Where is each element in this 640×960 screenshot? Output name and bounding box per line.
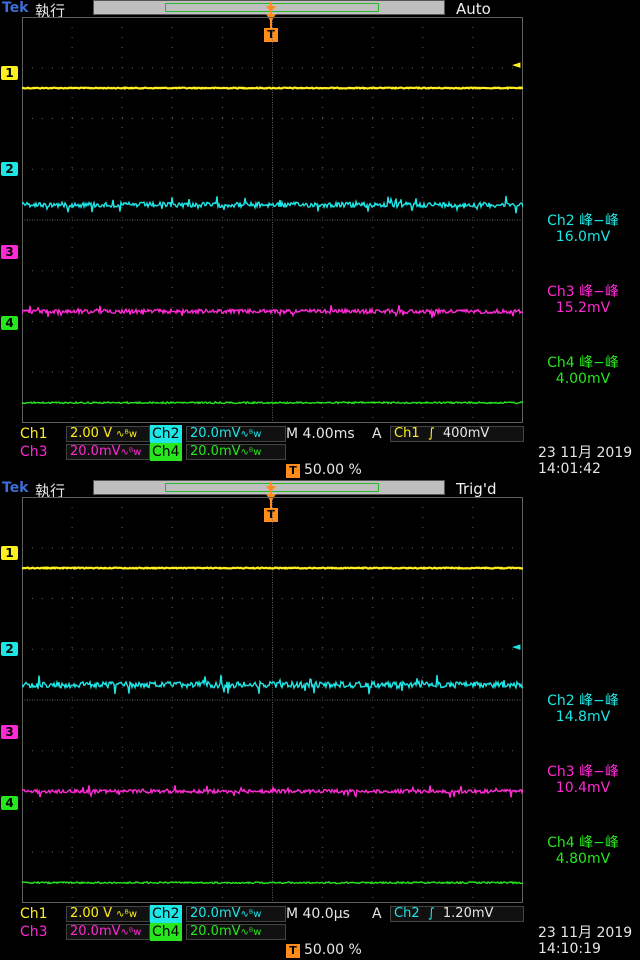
trace-ch2 <box>22 196 523 214</box>
measurement-value: 16.0mV <box>555 229 611 245</box>
timestamp: 23 11月 2019 14:10:19 <box>538 925 632 957</box>
measurement-label: Ch4 峰−峰 <box>547 355 619 371</box>
measurement-value: 10.4mV <box>555 780 611 796</box>
status-row-2: Ch3 20.0mV∿ᴮw Ch4 20.0mV∿ᴮw <box>18 443 288 461</box>
ch4-marker[interactable]: 4 <box>1 316 18 330</box>
measurement-value: 14.8mV <box>555 709 611 725</box>
status-row-2: Ch3 20.0mV∿ᴮw Ch4 20.0mV∿ᴮw <box>18 923 288 941</box>
measurement-label: Ch2 峰−峰 <box>547 693 619 709</box>
ch1-scale[interactable]: 2.00 V ∿ᴮw <box>66 906 150 922</box>
time-text: 14:10:19 <box>538 941 601 957</box>
ch2-label: Ch2 <box>150 425 182 443</box>
trigger-settings[interactable]: Ch2 ∫ 1.20mV <box>390 906 524 922</box>
ch4-scale[interactable]: 20.0mV∿ᴮw <box>186 444 286 460</box>
ch2-label: Ch2 <box>150 905 182 923</box>
ch1-marker[interactable]: 1 <box>1 66 18 80</box>
trace-ch3 <box>22 785 523 799</box>
trigger-state: Auto <box>456 0 491 18</box>
ch1-marker[interactable]: 1 <box>1 546 18 560</box>
ch3-marker[interactable]: 3 <box>1 725 18 739</box>
ch2-marker[interactable]: 2 <box>1 162 18 176</box>
status-row-1: Ch1 2.00 V ∿ᴮw Ch2 20.0mV∿ᴮw M 40.0µs A … <box>18 905 528 923</box>
measurement-value: 4.80mV <box>555 851 611 867</box>
ch2-scale[interactable]: 20.0mV∿ᴮw <box>186 906 286 922</box>
time-text: 14:01:42 <box>538 461 601 477</box>
ch1-scale[interactable]: 2.00 V ∿ᴮw <box>66 426 150 442</box>
acq-mode: A <box>372 906 382 922</box>
measurement-label: Ch3 峰−峰 <box>547 764 619 780</box>
brand-logo: Tek <box>2 0 29 16</box>
ch4-label: Ch4 <box>150 443 182 461</box>
ch3-scale[interactable]: 20.0mV∿ᴮw <box>66 444 150 460</box>
timestamp: 23 11月 2019 14:01:42 <box>538 445 632 477</box>
trace-ch4 <box>22 400 523 405</box>
measurement-ch4: Ch4 峰−峰 4.00mV <box>528 355 638 387</box>
ch4-scale[interactable]: 20.0mV∿ᴮw <box>186 924 286 940</box>
ch4-label: Ch4 <box>150 923 182 941</box>
measurement-label: Ch4 峰−峰 <box>547 835 619 851</box>
timebase[interactable]: M 4.00ms <box>284 425 357 443</box>
ch1-label: Ch1 <box>20 906 48 922</box>
measurement-ch2: Ch2 峰−峰 14.8mV <box>528 693 638 725</box>
acq-mode: A <box>372 426 382 442</box>
scope-screen-2: Tek 執行 Trig'd T 1 2 3 4 ◄ Ch2 峰−峰 14.8mV… <box>0 480 640 960</box>
status-row-1: Ch1 2.00 V ∿ᴮw Ch2 20.0mV∿ᴮw M 4.00ms A … <box>18 425 528 443</box>
measurement-value: 15.2mV <box>555 300 611 316</box>
scope-screen-1: Tek 執行 Auto T 1 2 3 4 ◄ Ch2 峰−峰 16.0mV C… <box>0 0 640 480</box>
ch2-scale[interactable]: 20.0mV∿ᴮw <box>186 426 286 442</box>
ch3-scale[interactable]: 20.0mV∿ᴮw <box>66 924 150 940</box>
measurement-ch4: Ch4 峰−峰 4.80mV <box>528 835 638 867</box>
trigger-level-arrow-icon: ◄ <box>512 58 521 71</box>
ch4-marker[interactable]: 4 <box>1 796 18 810</box>
waveform-graticule <box>22 497 523 903</box>
ch3-marker[interactable]: 3 <box>1 245 18 259</box>
ch3-label: Ch3 <box>20 924 48 940</box>
measurement-ch3: Ch3 峰−峰 15.2mV <box>528 284 638 316</box>
trigger-position[interactable]: T 50.00 % <box>286 941 362 959</box>
trigger-level-arrow-icon: ◄ <box>512 640 521 653</box>
ch2-marker[interactable]: 2 <box>1 642 18 656</box>
trigger-state: Trig'd <box>456 480 497 498</box>
date-text: 23 11月 2019 <box>538 925 633 941</box>
brand-logo: Tek <box>2 480 29 496</box>
date-text: 23 11月 2019 <box>538 445 633 461</box>
timebase[interactable]: M 40.0µs <box>284 905 352 923</box>
measurement-ch2: Ch2 峰−峰 16.0mV <box>528 213 638 245</box>
trace-ch1 <box>22 566 523 570</box>
measurement-label: Ch2 峰−峰 <box>547 213 619 229</box>
measurement-value: 4.00mV <box>555 371 611 387</box>
measurement-label: Ch3 峰−峰 <box>547 284 619 300</box>
ch1-label: Ch1 <box>20 426 48 442</box>
waveform-graticule <box>22 17 523 423</box>
trigger-position[interactable]: T 50.00 % <box>286 461 362 479</box>
ch3-label: Ch3 <box>20 444 48 460</box>
trace-ch1 <box>22 86 523 90</box>
trace-ch4 <box>22 880 523 885</box>
measurement-ch3: Ch3 峰−峰 10.4mV <box>528 764 638 796</box>
trigger-settings[interactable]: Ch1 ∫ 400mV <box>390 426 524 442</box>
